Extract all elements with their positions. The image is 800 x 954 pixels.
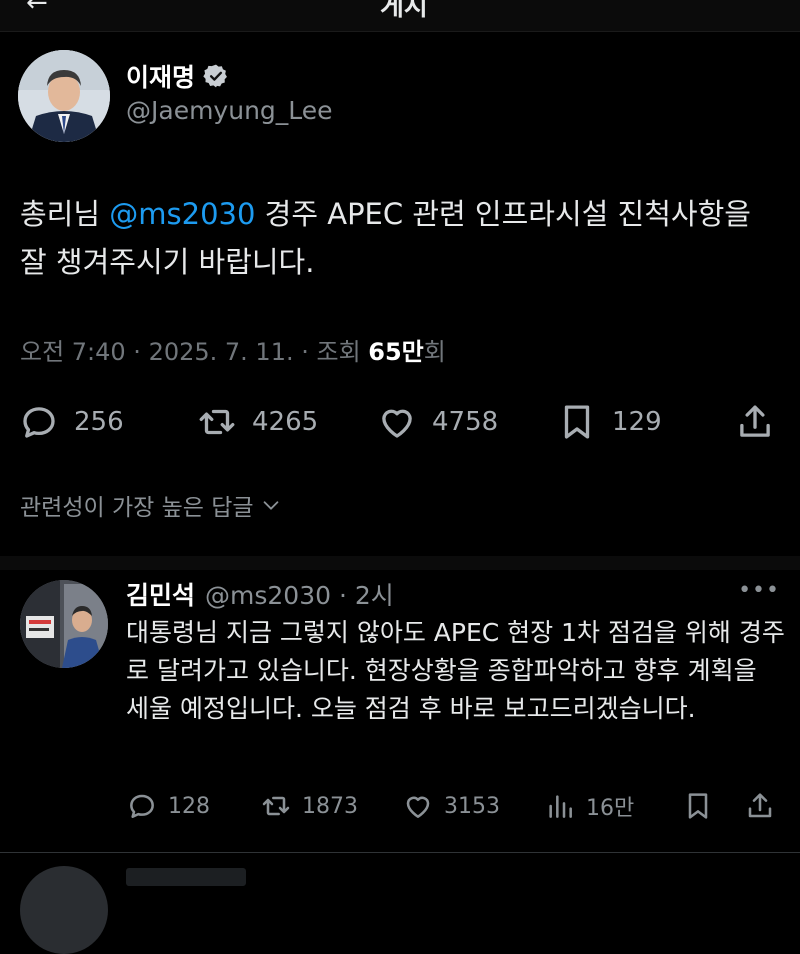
top-bar: ← 게시: [0, 0, 800, 32]
chevron-down-icon: [263, 501, 278, 510]
post-text: 총리님 @ms2030 경주 APEC 관련 인프라시설 진척사항을 잘 챙겨주…: [20, 190, 780, 286]
reply-item[interactable]: 김민석 @ms2030 · 2시 ••• 대통령님 지금 그렇지 않아도 APE…: [0, 562, 800, 842]
reply-reply-button[interactable]: 128: [126, 786, 210, 826]
reply-action-bar: 128 1873 3153 16만: [126, 786, 780, 826]
bookmark-button[interactable]: 129: [556, 400, 662, 444]
like-button[interactable]: 4758: [376, 400, 498, 444]
reply-like-count: 3153: [444, 793, 500, 819]
reply-sort-label: 관련성이 가장 높은 답글: [20, 495, 254, 521]
reply-button[interactable]: 256: [18, 400, 124, 444]
post-timestamp[interactable]: 오전 7:40 · 2025. 7. 11. · 조회: [20, 338, 368, 366]
more-options-icon[interactable]: •••: [738, 578, 780, 603]
reply-views-count: 16만: [586, 796, 635, 821]
reply-like-button[interactable]: 3153: [402, 786, 500, 826]
reply-avatar[interactable]: [20, 580, 108, 668]
repost-button[interactable]: 4265: [196, 400, 318, 444]
reply-text: 대통령님 지금 그렇지 않아도 APEC 현장 1차 점검을 위해 경주로 달려…: [126, 618, 785, 723]
author-name-text: 이재명: [126, 63, 196, 92]
heart-icon: [382, 409, 412, 438]
author-handle[interactable]: @Jaemyung_Lee: [126, 96, 333, 125]
repost-count: 4265: [252, 407, 319, 437]
bookmark-icon: [564, 405, 590, 439]
heart-icon: [406, 796, 430, 818]
main-post: 이재명 @Jaemyung_Lee 총리님 @ms2030 경주 APEC 관련…: [0, 32, 800, 552]
reply-views-button[interactable]: 16만: [544, 786, 634, 826]
repost-icon: [262, 796, 290, 816]
reply-count: 256: [74, 407, 124, 437]
reply-divider: [0, 852, 800, 853]
views-suffix: 회: [423, 338, 446, 366]
next-reply-avatar[interactable]: [20, 866, 108, 954]
reply-share-button[interactable]: [744, 786, 776, 826]
reply-handle-time[interactable]: @ms2030 · 2시: [205, 576, 394, 612]
back-arrow-icon[interactable]: ←: [26, 0, 48, 18]
post-text-before: 총리님: [20, 197, 110, 231]
reply-repost-button[interactable]: 1873: [260, 786, 358, 826]
reply-icon: [130, 794, 154, 818]
header-title: 게시: [380, 0, 428, 22]
reply-repost-count: 1873: [302, 793, 358, 819]
reply-bookmark-button[interactable]: [682, 786, 714, 826]
bookmark-count: 129: [612, 407, 662, 437]
like-count: 4758: [432, 407, 499, 437]
next-reply-name-placeholder: [126, 868, 246, 886]
reply-author-name[interactable]: 김민석: [126, 576, 195, 612]
author-name[interactable]: 이재명: [126, 58, 229, 94]
reply-icon: [23, 407, 55, 438]
views-count: 65만: [368, 338, 424, 366]
repost-icon: [199, 409, 235, 435]
share-icon: [748, 793, 772, 818]
mention-link[interactable]: @ms2030: [109, 197, 255, 231]
bar-chart-icon: [549, 795, 572, 818]
share-icon: [740, 405, 770, 437]
post-action-bar: 256 4265 4758 129: [18, 400, 782, 444]
bookmark-icon: [688, 793, 708, 819]
reply-sort-dropdown[interactable]: 관련성이 가장 높은 답글: [20, 488, 282, 522]
reply-reply-count: 128: [168, 793, 210, 819]
reply-header: 김민석 @ms2030 · 2시: [126, 576, 394, 612]
verified-badge-icon: [203, 63, 229, 89]
post-meta: 오전 7:40 · 2025. 7. 11. · 조회 65만회: [20, 332, 446, 367]
author-avatar[interactable]: [18, 50, 110, 142]
share-button[interactable]: [734, 400, 776, 444]
